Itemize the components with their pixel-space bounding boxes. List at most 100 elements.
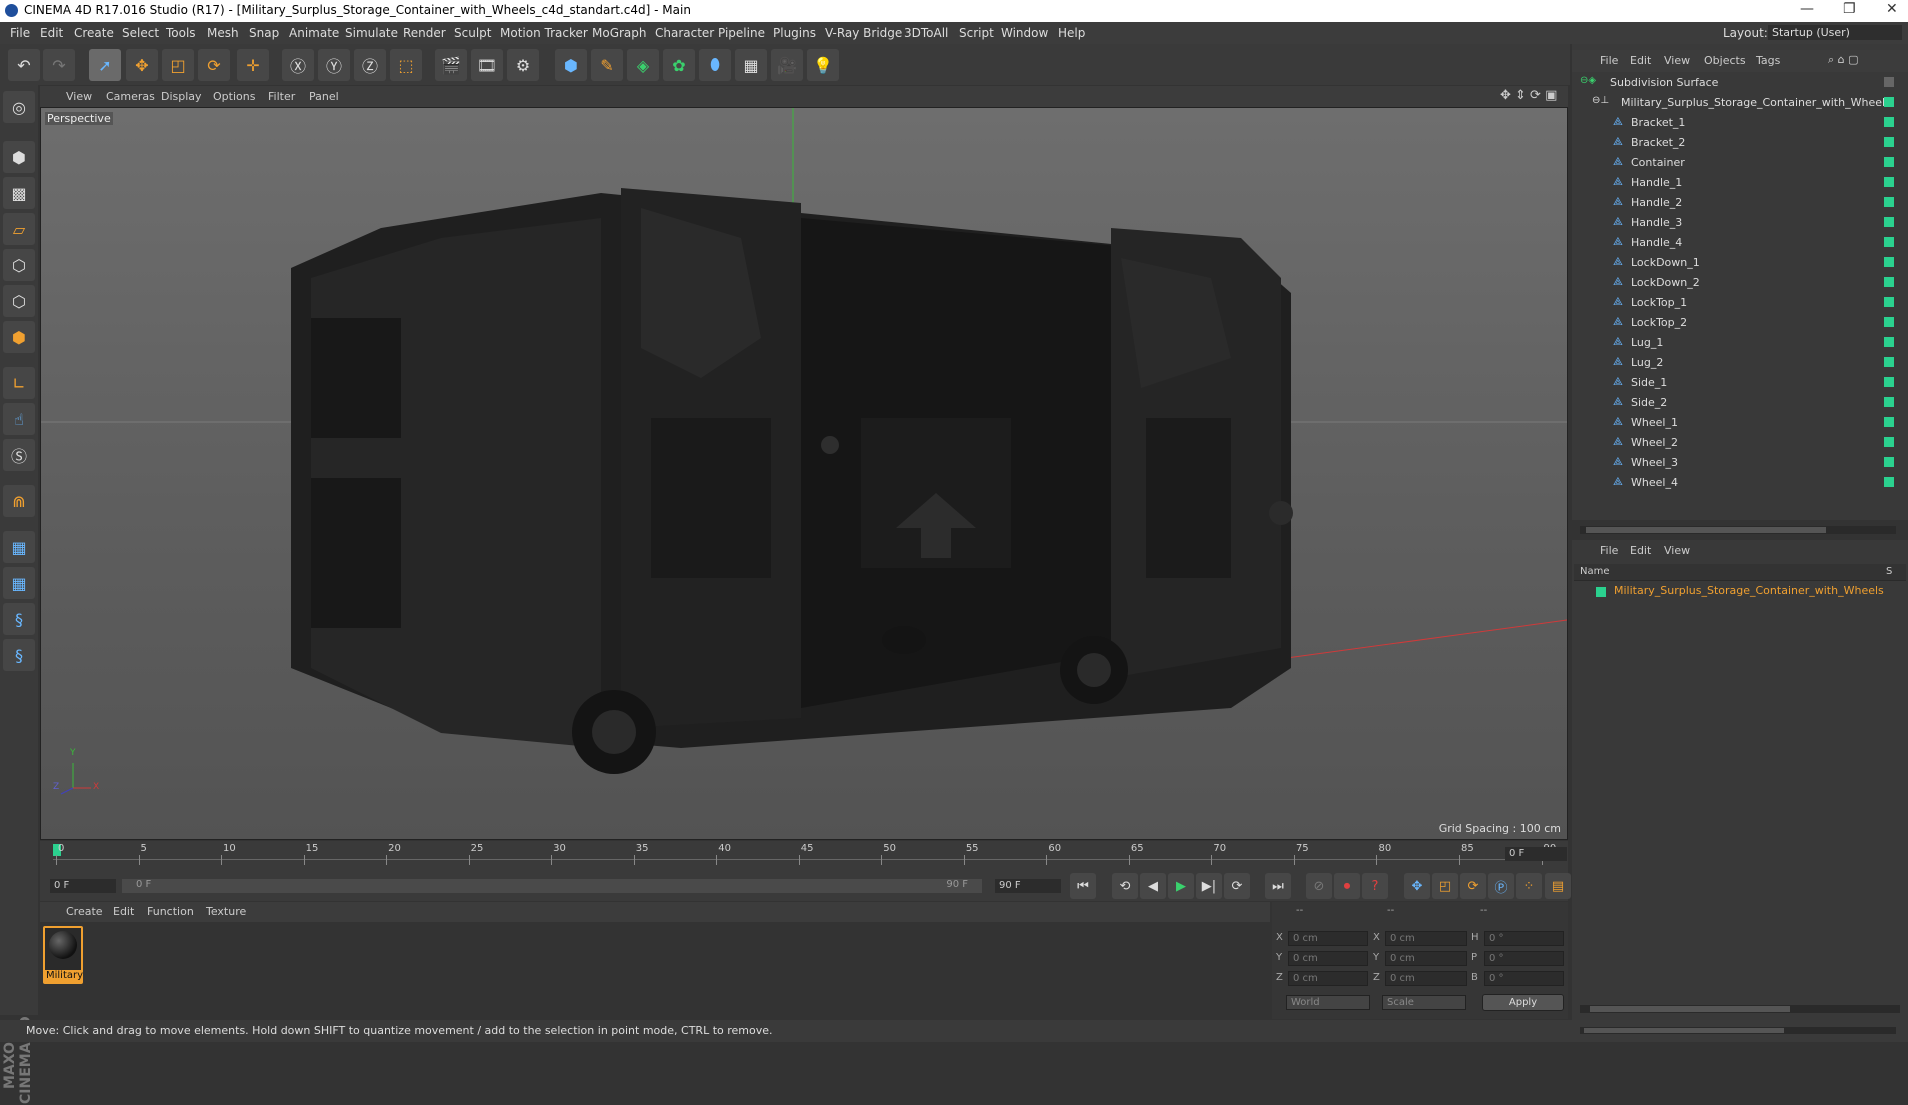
visibility-dot[interactable] <box>1884 457 1894 467</box>
object-row-group[interactable]: ⊖⊥ Military_Surplus_Storage_Container_wi… <box>1575 93 1891 113</box>
coord-rot-h[interactable]: 0 ° <box>1484 931 1564 946</box>
object-row[interactable]: ⟁ Wheel_3 <box>1575 453 1880 473</box>
visibility-dot[interactable] <box>1884 177 1894 187</box>
menu-render[interactable]: Render <box>403 26 446 40</box>
attr-menu-view[interactable]: View <box>1664 544 1690 557</box>
close-button[interactable]: ✕ <box>1886 1 1898 17</box>
menu-tools[interactable]: Tools <box>166 26 196 40</box>
apply-button[interactable]: Apply <box>1482 994 1564 1011</box>
render-settings-icon[interactable]: ⚙ <box>507 49 539 81</box>
obj-menu-file[interactable]: File <box>1600 54 1618 67</box>
lock-workplane-icon[interactable]: ▦ <box>3 531 35 563</box>
current-frame-field[interactable]: 0 F <box>1505 847 1567 861</box>
viewport-menu-options[interactable]: Options <box>213 90 255 103</box>
viewport-menu-display[interactable]: Display <box>161 90 202 103</box>
python-icon[interactable]: § <box>3 603 35 635</box>
next-frame-icon[interactable]: ▶| <box>1196 873 1222 899</box>
obj-menu-view[interactable]: View <box>1664 54 1690 67</box>
menu-mograph[interactable]: MoGraph <box>592 26 647 40</box>
end-frame-field[interactable]: 90 F <box>995 879 1061 893</box>
object-row[interactable]: ⟁ LockTop_2 <box>1575 313 1880 333</box>
object-row[interactable]: ⟁ Handle_2 <box>1575 193 1880 213</box>
visibility-dot[interactable] <box>1884 217 1894 227</box>
previous-frame-icon[interactable]: ◀ <box>1140 873 1166 899</box>
coord-rot-p[interactable]: 0 ° <box>1484 951 1564 966</box>
viewport[interactable]: Perspective Y X Z Grid Spacing: 100 cm <box>40 107 1568 840</box>
visibility-dot[interactable] <box>1884 437 1894 447</box>
menu-edit[interactable]: Edit <box>40 26 63 40</box>
y-axis-lock-icon[interactable]: Ⓨ <box>318 49 350 81</box>
mograph-cloner-icon[interactable]: ✿ <box>663 49 695 81</box>
menu-select[interactable]: Select <box>122 26 159 40</box>
viewport-navigation-icon[interactable]: ✥ ⇕ ⟳ ▣ <box>1500 88 1557 103</box>
menu-vray-bridge[interactable]: V-Ray Bridge <box>825 26 902 40</box>
play-icon[interactable]: ▶ <box>1168 873 1194 899</box>
attr-menu-edit[interactable]: Edit <box>1630 544 1651 557</box>
menu-file[interactable]: File <box>10 26 30 40</box>
mat-menu-create[interactable]: Create <box>66 905 103 918</box>
menu-3dtoall[interactable]: 3DToAll <box>904 26 948 40</box>
scale-icon[interactable]: ◰ <box>162 49 194 81</box>
object-row[interactable]: ⟁ LockTop_1 <box>1575 293 1880 313</box>
object-row[interactable]: ⟁ Bracket_2 <box>1575 133 1880 153</box>
mat-menu-texture[interactable]: Texture <box>206 905 246 918</box>
object-row[interactable]: ⟁ Lug_2 <box>1575 353 1880 373</box>
subdivision-icon[interactable]: ◈ <box>627 49 659 81</box>
maximize-button[interactable]: ❐ <box>1843 1 1856 17</box>
obj-menu-objects[interactable]: Objects <box>1704 54 1746 67</box>
snap-icon[interactable]: Ⓢ <box>3 439 35 471</box>
attr-item[interactable]: Military_Surplus_Storage_Container_with_… <box>1614 584 1884 597</box>
coord-size-x[interactable]: 0 cm <box>1385 931 1467 946</box>
cube-primitive-icon[interactable]: ⬢ <box>555 49 587 81</box>
object-row-subdivision[interactable]: ⊖◈ Subdivision Surface <box>1575 73 1880 93</box>
polygons-mode-icon[interactable]: ⬢ <box>3 321 35 353</box>
planar-workplane-icon[interactable]: ▦ <box>3 567 35 599</box>
key-position-icon[interactable]: ✥ <box>1404 873 1430 899</box>
menu-motion-tracker[interactable]: Motion Tracker <box>500 26 588 40</box>
viewport-menu-cameras[interactable]: Cameras <box>106 90 155 103</box>
status-scrollbar[interactable] <box>1580 1027 1896 1034</box>
frame-range-slider[interactable]: 0 F 90 F <box>122 879 982 893</box>
auto-key-icon[interactable]: ⏺ <box>1334 873 1360 899</box>
visibility-dot[interactable] <box>1884 477 1894 487</box>
axis-mode-icon[interactable]: ∟ <box>3 367 35 399</box>
visibility-dot[interactable] <box>1884 257 1894 267</box>
visibility-dot[interactable] <box>1884 97 1894 107</box>
object-row[interactable]: ⟁ Wheel_1 <box>1575 413 1880 433</box>
visibility-dot[interactable] <box>1884 197 1894 207</box>
undo-icon[interactable]: ↶ <box>8 49 40 81</box>
record-icon[interactable]: ⊘ <box>1306 873 1332 899</box>
object-row[interactable]: ⟁ Wheel_4 <box>1575 473 1880 493</box>
magnet-icon[interactable]: ⋒ <box>3 485 35 517</box>
menu-create[interactable]: Create <box>74 26 114 40</box>
python-script-icon[interactable]: § <box>3 639 35 671</box>
camera-icon[interactable]: 🎥 <box>771 49 803 81</box>
layout-select[interactable]: Startup (User) <box>1768 25 1902 40</box>
visibility-dot[interactable] <box>1884 137 1894 147</box>
visibility-dot[interactable] <box>1884 117 1894 127</box>
z-axis-lock-icon[interactable]: Ⓩ <box>354 49 386 81</box>
object-row[interactable]: ⟁ LockDown_2 <box>1575 273 1880 293</box>
key-parameter-icon[interactable]: Ⓟ <box>1488 873 1514 899</box>
pen-spline-icon[interactable]: ✎ <box>591 49 623 81</box>
texture-mode-icon[interactable]: ▩ <box>3 177 35 209</box>
coord-size-z[interactable]: 0 cm <box>1385 971 1467 986</box>
attr-menu-file[interactable]: File <box>1600 544 1618 557</box>
key-rotation-icon[interactable]: ⟳ <box>1460 873 1486 899</box>
previous-key-icon[interactable]: ⟲ <box>1112 873 1138 899</box>
menu-sculpt[interactable]: Sculpt <box>454 26 491 40</box>
menu-simulate[interactable]: Simulate <box>345 26 398 40</box>
visibility-dot[interactable] <box>1884 77 1894 87</box>
coord-pos-z[interactable]: 0 cm <box>1288 971 1368 986</box>
object-row[interactable]: ⟁ Side_1 <box>1575 373 1880 393</box>
object-manager-scrollbar[interactable] <box>1580 526 1896 534</box>
minimize-button[interactable]: — <box>1800 1 1814 17</box>
object-row[interactable]: ⟁ LockDown_1 <box>1575 253 1880 273</box>
object-row[interactable]: ⟁ Handle_3 <box>1575 213 1880 233</box>
live-selection-icon[interactable]: ➚ <box>89 49 121 81</box>
object-row[interactable]: ⟁ Bracket_1 <box>1575 113 1880 133</box>
timeline-window-icon[interactable]: ▤ <box>1545 873 1571 899</box>
visibility-dot[interactable] <box>1884 317 1894 327</box>
object-row[interactable]: ⟁ Handle_4 <box>1575 233 1880 253</box>
move-icon[interactable]: ✥ <box>126 49 158 81</box>
